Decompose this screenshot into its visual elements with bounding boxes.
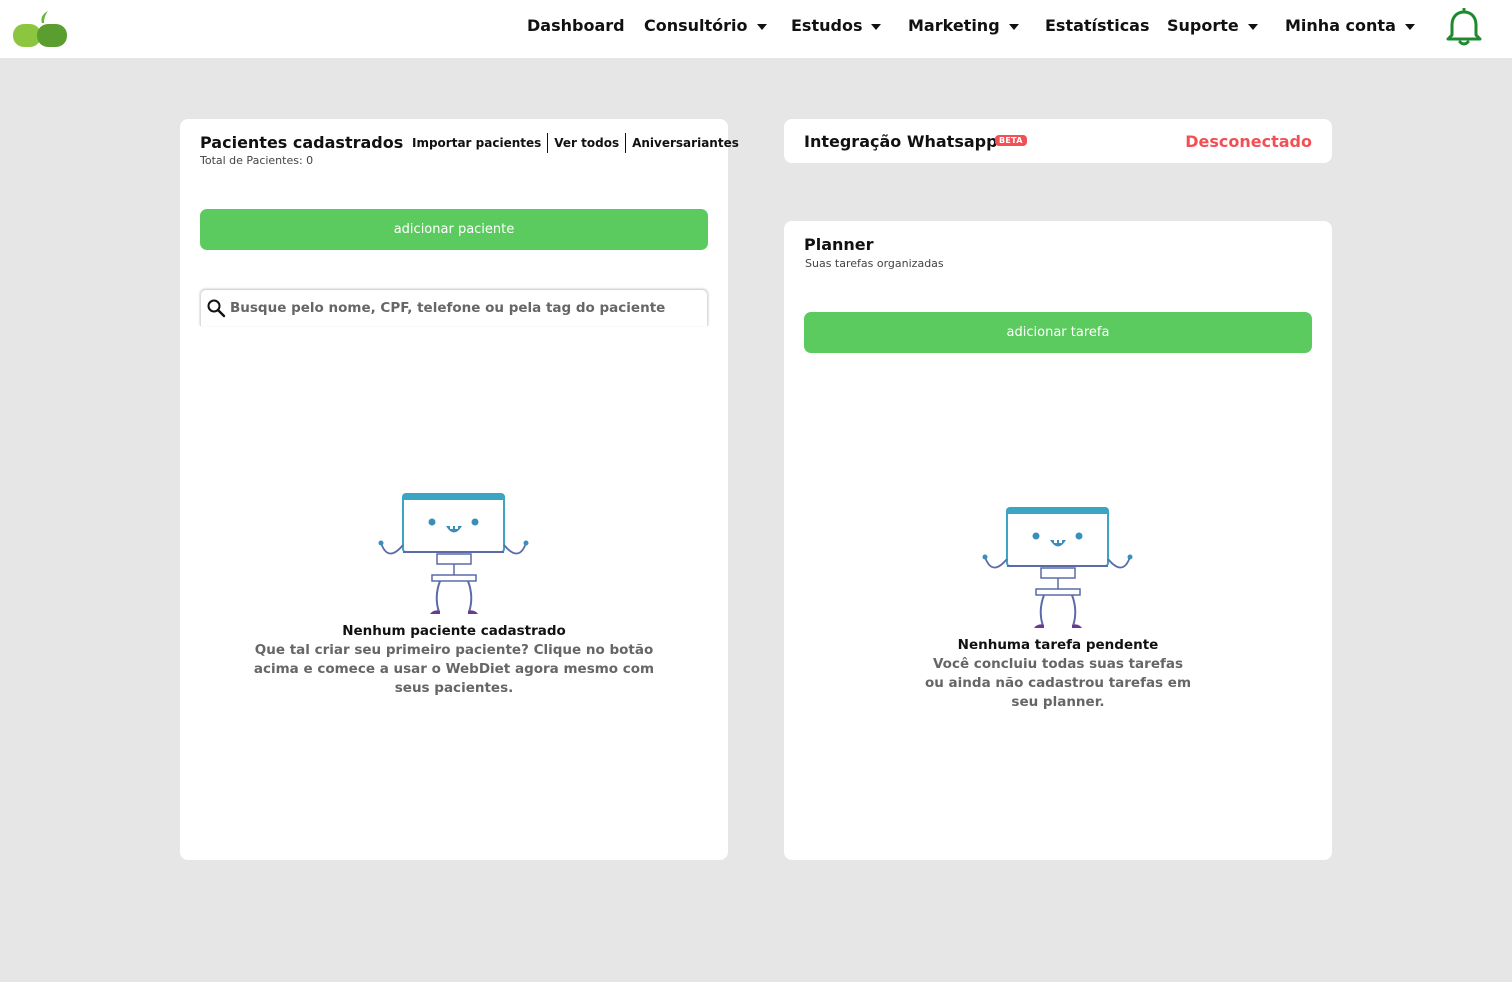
nav-label: Dashboard xyxy=(527,16,625,35)
nav-label: Minha conta xyxy=(1285,16,1396,35)
beta-badge: BETA xyxy=(995,135,1027,146)
nav-estudos[interactable]: Estudos xyxy=(791,16,882,35)
empty-title: Nenhuma tarefa pendente xyxy=(957,637,1159,653)
nav-minha-conta[interactable]: Minha conta xyxy=(1285,16,1415,35)
nav-label: Estatísticas xyxy=(1045,16,1150,35)
caret-down-icon xyxy=(756,23,767,30)
nav-label: Suporte xyxy=(1167,16,1239,35)
nav-suporte[interactable]: Suporte xyxy=(1167,16,1258,35)
planner-empty-state: Nenhuma tarefa pendente Você concluiu to… xyxy=(824,636,1292,712)
whatsapp-title: Integração Whatsapp xyxy=(804,132,998,151)
search-icon xyxy=(207,299,226,318)
empty-text-line: ou ainda não cadastrou tarefas em xyxy=(924,675,1192,691)
caret-down-icon xyxy=(1404,23,1415,30)
nav-label: Consultório xyxy=(644,16,748,35)
caret-down-icon xyxy=(1247,23,1258,30)
empty-text-line: seus pacientes. xyxy=(394,680,514,696)
empty-computer-illustration xyxy=(378,493,529,614)
patient-search xyxy=(200,290,708,326)
caret-down-icon xyxy=(1008,23,1019,30)
add-task-button[interactable]: adicionar tarefa xyxy=(804,312,1312,353)
nav-estatisticas[interactable]: Estatísticas xyxy=(1045,16,1150,35)
planner-card: Planner Suas tarefas organizadas adicion… xyxy=(784,221,1332,860)
top-navigation-bar: Dashboard Consultório Estudos Marketing … xyxy=(0,0,1512,58)
search-input[interactable] xyxy=(230,296,700,320)
nav-dashboard[interactable]: Dashboard xyxy=(527,16,625,35)
import-patients-link[interactable]: Importar pacientes xyxy=(406,133,547,153)
empty-text-line: Você concluiu todas suas tarefas xyxy=(932,656,1184,672)
empty-text-line: acima e comece a usar o WebDiet agora me… xyxy=(253,661,655,677)
patients-empty-state: Nenhum paciente cadastrado Que tal criar… xyxy=(220,622,688,698)
apple-logo-icon[interactable] xyxy=(12,11,68,49)
add-patient-button[interactable]: adicionar paciente xyxy=(200,209,708,250)
empty-text-line: Que tal criar seu primeiro paciente? Cli… xyxy=(254,642,654,658)
birthdays-link[interactable]: Aniversariantes xyxy=(626,133,745,153)
view-all-link[interactable]: Ver todos xyxy=(548,133,625,153)
nav-consultorio[interactable]: Consultório xyxy=(644,16,767,35)
caret-down-icon xyxy=(871,23,882,30)
planner-subtitle: Suas tarefas organizadas xyxy=(805,257,944,270)
bell-icon[interactable] xyxy=(1444,8,1484,48)
connection-status[interactable]: Desconectado xyxy=(1185,132,1312,151)
nav-label: Marketing xyxy=(908,16,1000,35)
patients-title: Pacientes cadastrados xyxy=(200,133,404,152)
whatsapp-card: Integração Whatsapp BETA Desconectado xyxy=(784,119,1332,163)
planner-title: Planner xyxy=(804,235,874,254)
patients-total: Total de Pacientes: 0 xyxy=(200,154,314,167)
empty-text-line: seu planner. xyxy=(1011,694,1105,710)
patients-card: Pacientes cadastrados Total de Pacientes… xyxy=(180,119,739,860)
nav-marketing[interactable]: Marketing xyxy=(908,16,1019,35)
patients-links: Importar pacientes Ver todos Aniversaria… xyxy=(406,133,745,153)
nav-label: Estudos xyxy=(791,16,863,35)
empty-title: Nenhum paciente cadastrado xyxy=(342,623,566,639)
empty-computer-illustration xyxy=(982,507,1133,628)
